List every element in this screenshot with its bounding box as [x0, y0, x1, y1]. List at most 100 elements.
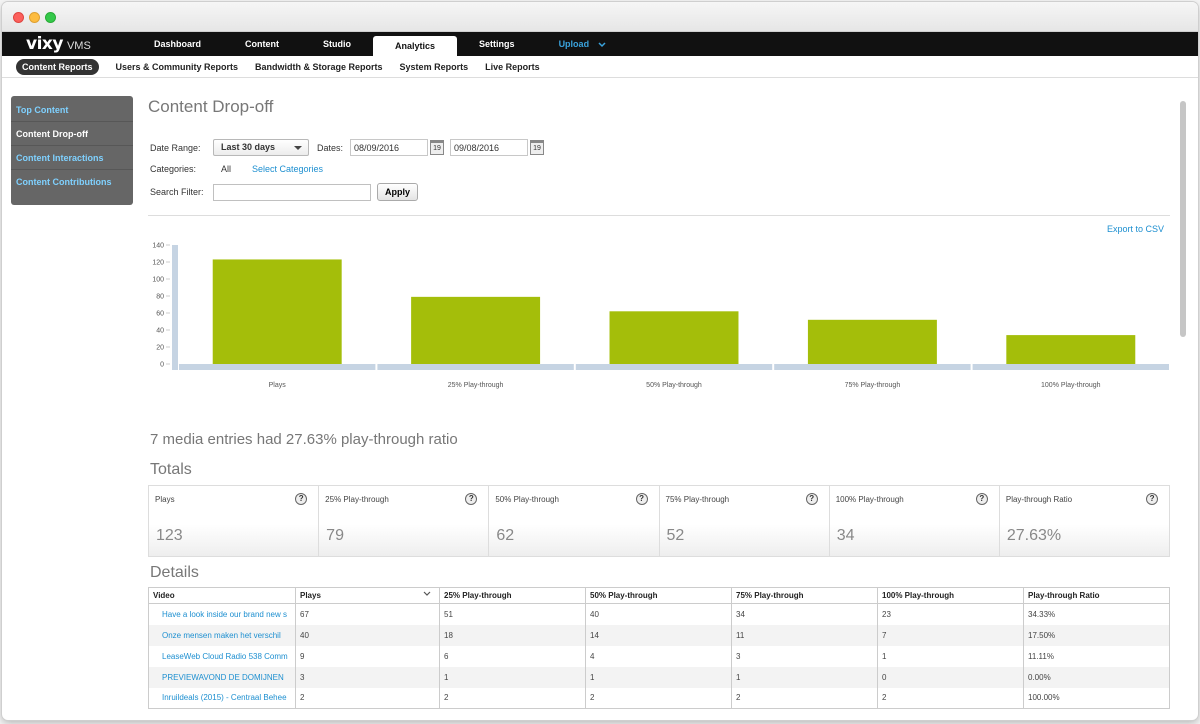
dates-label: Dates:: [317, 142, 344, 153]
x-tick-label: 75% Play-through: [845, 382, 901, 389]
nav-upload[interactable]: Upload: [537, 32, 628, 56]
cell-plays: 9: [295, 645, 440, 667]
date-range-row: Date Range: Last 30 days Dates: 19 19: [150, 139, 544, 156]
drop-off-chart: 0 20 40 60 80 100 120 140 Plays 25% Play-through 5…: [148, 240, 1172, 400]
date-to-input[interactable]: [450, 139, 528, 156]
column-header-ratio[interactable]: Play-through Ratio: [1023, 587, 1170, 604]
subnav-system-reports[interactable]: System Reports: [400, 62, 469, 72]
table-row: Have a look inside our brand new s 67 51…: [148, 603, 1170, 625]
y-tick-label: 0: [160, 362, 164, 369]
video-title-link[interactable]: PREVIEWAVOND DE DOMIJNEN: [148, 666, 296, 688]
cell-50: 40: [585, 603, 732, 625]
main-nav: Dashboard Content Studio Analytics Setti…: [132, 32, 628, 56]
video-title-link[interactable]: Inruildeals (2015) - Centraal Behee: [148, 687, 296, 709]
nav-settings[interactable]: Settings: [457, 32, 537, 56]
video-title-link[interactable]: LeaseWeb Cloud Radio 538 Comm: [148, 645, 296, 667]
minimize-window-button[interactable]: [29, 12, 40, 23]
bar: [411, 296, 541, 364]
sidebar-item-content-contributions[interactable]: Content Contributions: [11, 170, 133, 194]
divider: [148, 215, 1170, 216]
totals-heading: Totals: [150, 461, 192, 478]
help-icon[interactable]: ?: [975, 493, 988, 505]
nav-dashboard[interactable]: Dashboard: [132, 32, 223, 56]
total-card: Plays ? 123: [149, 486, 320, 556]
column-header-plays[interactable]: Plays: [295, 587, 440, 604]
subnav-live-reports[interactable]: Live Reports: [485, 62, 540, 72]
video-title-link[interactable]: Have a look inside our brand new s: [148, 603, 296, 625]
subnav-bandwidth-storage-reports[interactable]: Bandwidth & Storage Reports: [255, 62, 383, 72]
total-value: 34: [836, 527, 855, 544]
column-header-50[interactable]: 50% Play-through: [585, 587, 732, 604]
x-axis-segment: [179, 364, 376, 370]
date-from-input[interactable]: [350, 139, 428, 156]
y-tick-label: 40: [156, 328, 164, 335]
close-window-button[interactable]: [13, 12, 24, 23]
apply-button[interactable]: Apply: [377, 183, 419, 201]
categories-label: Categories:: [150, 164, 197, 174]
nav-analytics[interactable]: Analytics: [373, 36, 458, 56]
bar: [1006, 335, 1136, 364]
table-row: LeaseWeb Cloud Radio 538 Comm 9 6 4 3 1 …: [148, 645, 1170, 667]
page-scrollbar[interactable]: [1180, 99, 1188, 719]
y-axis-bar: [172, 245, 178, 370]
column-header-25[interactable]: 25% Play-through: [439, 587, 586, 604]
x-axis-segment: [972, 364, 1169, 370]
sidebar-item-content-interactions[interactable]: Content Interactions: [11, 146, 133, 170]
calendar-icon[interactable]: 19: [430, 140, 444, 155]
column-header-100[interactable]: 100% Play-through: [877, 587, 1024, 604]
browser-window: vixy VMS Dashboard Content Studio Analyt…: [2, 2, 1198, 720]
help-icon[interactable]: ?: [465, 493, 478, 505]
sort-down-icon: [423, 591, 431, 596]
cell-25: 18: [439, 624, 586, 646]
bar: [212, 259, 342, 364]
cell-25: 1: [439, 666, 586, 688]
sidebar-item-top-content[interactable]: Top Content: [11, 98, 133, 122]
search-filter-input[interactable]: [213, 183, 371, 201]
help-icon[interactable]: ?: [295, 493, 308, 505]
cell-50: 1: [585, 666, 732, 688]
vixy-logo[interactable]: vixy VMS: [26, 34, 91, 54]
cell-50: 14: [585, 624, 732, 646]
help-icon[interactable]: ?: [805, 493, 818, 505]
sub-nav: Content Reports Users & Community Report…: [2, 56, 1198, 78]
categories-value: All: [221, 164, 232, 174]
logo-sub: VMS: [66, 40, 91, 52]
subnav-content-reports[interactable]: Content Reports: [16, 58, 99, 75]
column-header-75[interactable]: 75% Play-through: [731, 587, 878, 604]
maximize-window-button[interactable]: [45, 12, 56, 23]
total-label: 100% Play-through: [835, 495, 904, 504]
date-range-select[interactable]: Last 30 days: [213, 139, 309, 156]
search-filter-label: Search Filter:: [150, 187, 204, 197]
nav-studio[interactable]: Studio: [301, 32, 373, 56]
video-title-link[interactable]: Onze mensen maken het verschil: [148, 624, 296, 646]
bar: [807, 319, 937, 364]
table-row: Inruildeals (2015) - Centraal Behee 2 2 …: [148, 687, 1170, 709]
subnav-users-community-reports[interactable]: Users & Community Reports: [116, 62, 239, 72]
cell-25: 51: [439, 603, 586, 625]
total-card: 75% Play-through ? 52: [660, 486, 830, 556]
sidebar-item-content-drop-off[interactable]: Content Drop-off: [11, 122, 133, 146]
help-icon[interactable]: ?: [635, 493, 648, 505]
column-header-video[interactable]: Video: [148, 587, 296, 604]
cell-ratio: 100.00%: [1023, 687, 1170, 709]
export-csv-link[interactable]: Export to CSV: [1107, 224, 1164, 234]
total-label: 50% Play-through: [495, 495, 559, 504]
scrollbar-thumb[interactable]: [1180, 101, 1186, 337]
table-row: Onze mensen maken het verschil 40 18 14 …: [148, 624, 1170, 646]
column-header-label: Plays: [300, 591, 321, 600]
cell-100: 0: [877, 666, 1024, 688]
cell-plays: 40: [295, 624, 440, 646]
select-categories-link[interactable]: Select Categories: [252, 164, 323, 174]
chevron-down-icon: [598, 42, 606, 47]
details-table: Video Plays 25% Play-through 50% Play-th…: [148, 587, 1170, 709]
app-header: vixy VMS Dashboard Content Studio Analyt…: [2, 32, 1198, 56]
cell-plays: 3: [295, 666, 440, 688]
nav-content[interactable]: Content: [223, 32, 301, 56]
cell-75: 3: [731, 645, 878, 667]
calendar-icon[interactable]: 19: [530, 140, 544, 155]
total-label: 75% Play-through: [665, 495, 730, 504]
y-tick-label: 20: [156, 345, 164, 352]
help-icon[interactable]: ?: [1146, 493, 1159, 505]
cell-ratio: 34.33%: [1023, 603, 1170, 625]
page-title: Content Drop-off: [148, 97, 274, 116]
